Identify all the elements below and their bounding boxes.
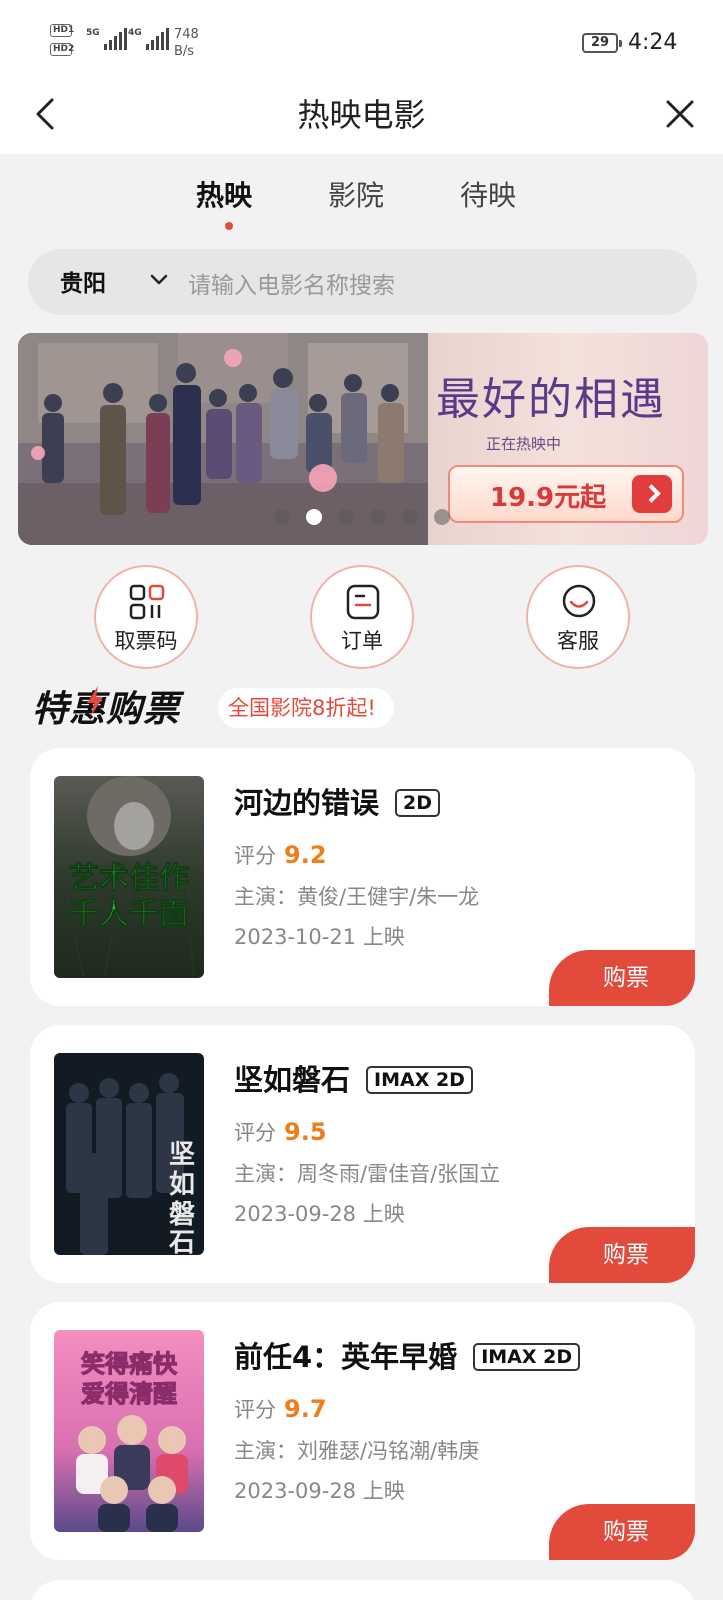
customer-service-button[interactable]: 客服 [526,565,630,669]
promo-tag: 全国影院8折起! [218,688,394,728]
movie-card[interactable]: 笑得痛快 爱得清醒 前任4：英年早婚 IMAX 2D 评分 9.7 主演：刘雅瑟/冯… [30,1302,695,1560]
tab-now-showing[interactable]: 热映 [196,174,252,214]
signal-5g-icon: 5G [86,28,127,50]
movie-cast: 主演：周冬雨/雷佳音/张国立 [234,1162,501,1186]
movie-poster[interactable]: 坚 如 磐 石 [54,1053,204,1255]
buy-ticket-button[interactable]: 购票 [549,1227,695,1283]
buy-ticket-button[interactable]: 购票 [549,950,695,1006]
movie-title[interactable]: 坚如磐石 IMAX 2D [234,1057,473,1099]
svg-text:千人千面: 千人千面 [69,897,189,932]
svg-text:爱得清醒: 爱得清醒 [81,1380,177,1408]
signal-4g-icon: 4G [128,28,169,50]
format-badge: IMAX 2D [473,1343,581,1371]
hd-indicator: HD1 HD2 [50,24,74,62]
movie-poster[interactable]: 笑得痛快 爱得清醒 [54,1330,204,1532]
city-selector[interactable]: 贵阳 [60,264,106,298]
tab-coming-soon[interactable]: 待映 [460,174,516,214]
svg-text:艺术佳作: 艺术佳作 [69,861,189,896]
movie-title[interactable]: 河边的错误 2D [234,780,441,822]
pagination-dot-active[interactable] [306,509,322,525]
promo-title: 特惠购票 [32,689,181,730]
pagination-dot[interactable] [434,509,450,525]
network-speed: 748 B/s [174,27,199,59]
banner-title: 最好的相遇 [436,374,666,425]
movie-poster[interactable]: 艺术佳作 千人千面 [54,776,204,978]
clock: 4:24 [628,30,678,55]
banner-price-button[interactable]: 19.9元起 [448,465,684,523]
movie-card[interactable] [30,1580,695,1600]
chevron-right-icon [632,475,672,513]
movie-rating: 评分 9.5 [234,1118,327,1146]
active-tab-indicator [225,222,233,230]
hd2-badge: HD2 [50,43,74,56]
close-icon[interactable] [660,94,700,134]
ticket-code-button[interactable]: 取票码 [94,565,198,669]
format-badge: 2D [395,789,441,817]
pagination-dot[interactable] [370,509,386,525]
pagination-dot[interactable] [338,509,354,525]
lightning-icon [87,686,103,716]
pagination-dot[interactable] [274,509,290,525]
tab-cinemas[interactable]: 影院 [328,174,384,214]
release-date: 2023-09-28 上映 [234,1479,405,1503]
release-date: 2023-09-28 上映 [234,1202,405,1226]
page-title: 热映电影 [297,96,426,134]
search-input[interactable]: 请输入电影名称搜索 [188,266,395,300]
banner-subtitle: 正在热映中 [486,435,562,453]
chevron-down-icon[interactable] [150,273,168,287]
promo-banner[interactable]: 最好的相遇 正在热映中 19.9元起 [18,333,708,545]
order-button[interactable]: 订单 [310,565,414,669]
tab-bar: 热映 影院 待映 [0,154,723,234]
banner-pagination [274,509,450,525]
release-date: 2023-10-21 上映 [234,925,405,949]
svg-text:如: 如 [169,1170,195,1200]
battery-icon: 29 [582,33,622,53]
ticket-code-icon [129,584,165,620]
buy-ticket-button[interactable]: 购票 [549,1504,695,1560]
title-bar: 热映电影 [0,84,723,154]
movie-rating: 评分 9.2 [234,841,327,869]
customer-service-icon [562,584,596,618]
svg-text:坚: 坚 [169,1140,195,1170]
svg-text:笑得痛快: 笑得痛快 [81,1350,178,1378]
order-icon [346,584,380,620]
svg-text:磐: 磐 [169,1200,195,1230]
movie-title[interactable]: 前任4：英年早婚 IMAX 2D [234,1334,581,1376]
movie-cast: 主演：黄俊/王健宇/朱一龙 [234,885,480,909]
format-badge: IMAX 2D [366,1066,473,1094]
status-bar: HD1 HD2 5G 4G 748 B/s 29 4:24 [0,0,723,84]
movie-card[interactable]: 艺术佳作 千人千面 河边的错误 2D 评分 9.2 主演：黄俊/王健宇/朱一龙 20… [30,748,695,1006]
svg-text:石: 石 [168,1228,195,1255]
hd1-badge: HD1 [50,24,74,37]
pagination-dot[interactable] [402,509,418,525]
movie-rating: 评分 9.7 [234,1395,327,1423]
movie-cast: 主演：刘雅瑟/冯铭潮/韩庚 [234,1439,480,1463]
search-bar: 贵阳 请输入电影名称搜索 [28,249,697,315]
movie-card[interactable]: 坚 如 磐 石 坚如磐石 IMAX 2D 评分 9.5 主演：周冬雨/雷佳音/张国立… [30,1025,695,1283]
